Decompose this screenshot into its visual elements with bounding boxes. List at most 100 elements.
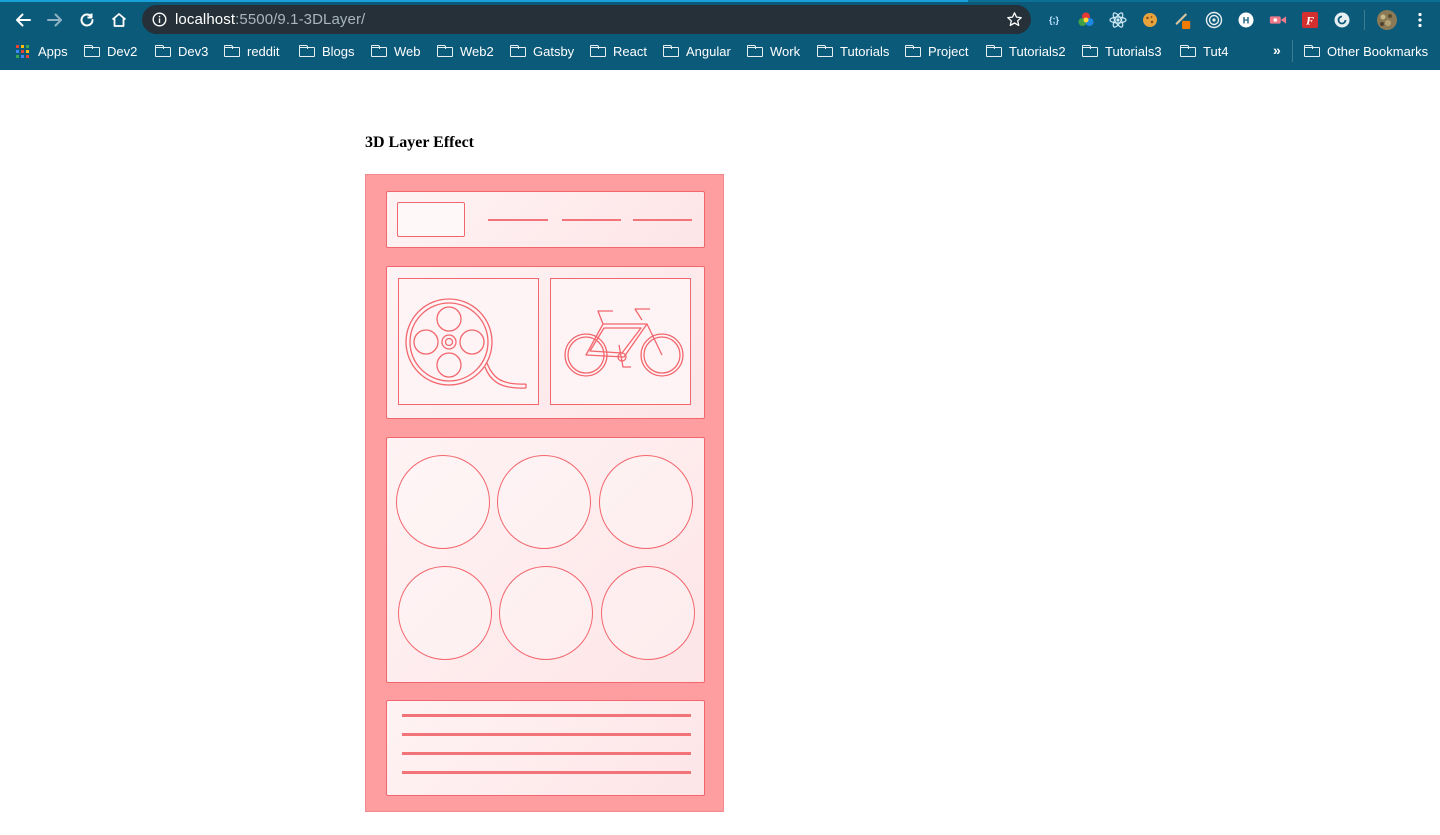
svg-text:F: F — [1305, 14, 1314, 28]
mockup-header-panel — [386, 191, 705, 248]
bookmark-label: Tut4 — [1203, 43, 1229, 59]
bookmark-folder-tutorials3[interactable]: Tutorials3 — [1082, 42, 1162, 60]
bookmark-folder-dev3[interactable]: Dev3 — [155, 42, 208, 60]
url-text[interactable]: localhost:5500/9.1-3DLayer/ — [175, 11, 365, 28]
bookmark-label: React — [613, 43, 647, 59]
mockup-circle — [398, 566, 492, 660]
browser-chrome: localhost:5500/9.1-3DLayer/ {;} H F Apps… — [0, 0, 1440, 70]
bookmark-label: Tutorials2 — [1009, 43, 1066, 59]
json-formatter-icon[interactable]: {;} — [1045, 11, 1063, 29]
bookmarks-overflow-button[interactable]: » — [1273, 42, 1281, 58]
bookmark-label: Project — [928, 43, 969, 59]
mockup-text-line — [402, 714, 691, 717]
bookmark-label: Angular — [686, 43, 731, 59]
mockup-logo-box — [397, 202, 465, 237]
bookmark-folder-blogs[interactable]: Blogs — [299, 42, 355, 60]
bookmark-label: Work — [770, 43, 801, 59]
bookmark-folder-other[interactable]: Other Bookmarks — [1304, 42, 1428, 60]
back-button[interactable] — [10, 7, 36, 33]
folder-icon — [510, 45, 526, 57]
cookie-icon[interactable] — [1141, 11, 1159, 29]
bookmark-label: Dev3 — [178, 43, 209, 59]
menu-kebab-icon[interactable] — [1411, 11, 1429, 29]
bookmark-label: Web2 — [460, 43, 494, 59]
mockup-circle — [396, 455, 490, 549]
refresh-circle-icon[interactable] — [1333, 11, 1351, 29]
folder-icon — [299, 45, 315, 57]
bookmark-folder-tutorials2[interactable]: Tutorials2 — [986, 42, 1066, 60]
mockup-circle — [599, 455, 693, 549]
forward-arrow-icon — [47, 13, 62, 27]
url-path: :5500/9.1-3DLayer/ — [235, 11, 366, 28]
mockup-text-panel — [386, 700, 705, 796]
folder-icon — [371, 45, 387, 57]
svg-text:H: H — [1243, 16, 1250, 26]
hash-icon[interactable]: H — [1237, 11, 1255, 29]
bookmark-folder-gatsby[interactable]: Gatsby — [510, 42, 574, 60]
folder-icon — [155, 45, 171, 57]
folder-icon — [1082, 45, 1098, 57]
avatar[interactable] — [1376, 9, 1398, 31]
site-info-icon[interactable] — [152, 12, 167, 27]
folder-icon — [747, 45, 763, 57]
mockup-media-card — [550, 278, 691, 405]
bookmark-folder-react[interactable]: React — [590, 42, 647, 60]
reload-button[interactable] — [74, 7, 100, 33]
folder-icon — [817, 45, 833, 57]
address-bar[interactable]: localhost:5500/9.1-3DLayer/ — [142, 5, 1031, 34]
bookmark-label: Gatsby — [533, 43, 575, 59]
bookmark-folder-web[interactable]: Web — [371, 42, 421, 60]
target-icon[interactable] — [1205, 11, 1223, 29]
bookmark-folder-web2[interactable]: Web2 — [437, 42, 494, 60]
folder-icon — [1180, 45, 1196, 57]
reload-icon — [80, 13, 94, 27]
color-picker-icon[interactable] — [1077, 11, 1095, 29]
bookmark-label: Tutorials3 — [1105, 43, 1162, 59]
folder-icon — [590, 45, 606, 57]
bookmark-folder-tutorials[interactable]: Tutorials — [817, 42, 889, 60]
layer-mockup — [365, 174, 724, 812]
pen-icon[interactable] — [1174, 11, 1192, 29]
bicycle-icon — [564, 308, 684, 377]
mockup-circle — [499, 566, 593, 660]
toolbar-separator — [1364, 10, 1365, 30]
bookmark-apps[interactable]: Apps — [16, 42, 68, 60]
bookmark-folder-reddit[interactable]: reddit — [224, 42, 280, 60]
react-devtools-icon[interactable] — [1109, 11, 1127, 29]
video-icon[interactable] — [1269, 11, 1287, 29]
bookmark-folder-angular[interactable]: Angular — [663, 42, 731, 60]
bookmark-label: reddit — [247, 43, 280, 59]
bookmark-folder-dev2[interactable]: Dev2 — [84, 42, 137, 60]
bookmark-folder-project[interactable]: Project — [905, 42, 968, 60]
home-icon — [111, 13, 127, 27]
browser-toolbar: localhost:5500/9.1-3DLayer/ {;} H F — [0, 2, 1440, 36]
mockup-media-card — [398, 278, 539, 405]
bookmarks-bar: Apps Dev2 Dev3 reddit Blogs Web Web2 Gat… — [0, 38, 1440, 64]
folder-icon — [663, 45, 679, 57]
back-arrow-icon — [16, 13, 31, 27]
bookmark-star-icon[interactable] — [1006, 11, 1023, 28]
bookmark-label: Tutorials — [840, 43, 890, 59]
home-button[interactable] — [106, 7, 132, 33]
folder-icon — [986, 45, 1002, 57]
bookmark-folder-work[interactable]: Work — [747, 42, 800, 60]
page-title: 3D Layer Effect — [365, 134, 474, 151]
mockup-circle — [497, 455, 591, 549]
apps-grid-icon — [16, 44, 29, 58]
bookmark-label: Other Bookmarks — [1327, 43, 1429, 59]
folder-icon — [84, 45, 100, 57]
folder-icon — [1304, 45, 1320, 57]
bookmark-label: Dev2 — [107, 43, 138, 59]
bookmarks-separator — [1292, 40, 1293, 62]
url-host: localhost — [175, 11, 236, 28]
mockup-text-line — [402, 733, 691, 736]
bookmark-folder-tut4[interactable]: Tut4 — [1180, 42, 1229, 60]
bookmark-label: Web — [394, 43, 421, 59]
mockup-circle — [601, 566, 695, 660]
forward-button[interactable] — [42, 7, 68, 33]
mockup-nav-line — [488, 219, 548, 221]
folder-icon — [905, 45, 921, 57]
bookmark-label: Blogs — [322, 43, 355, 59]
mockup-text-line — [402, 771, 691, 774]
font-icon[interactable]: F — [1301, 11, 1319, 29]
